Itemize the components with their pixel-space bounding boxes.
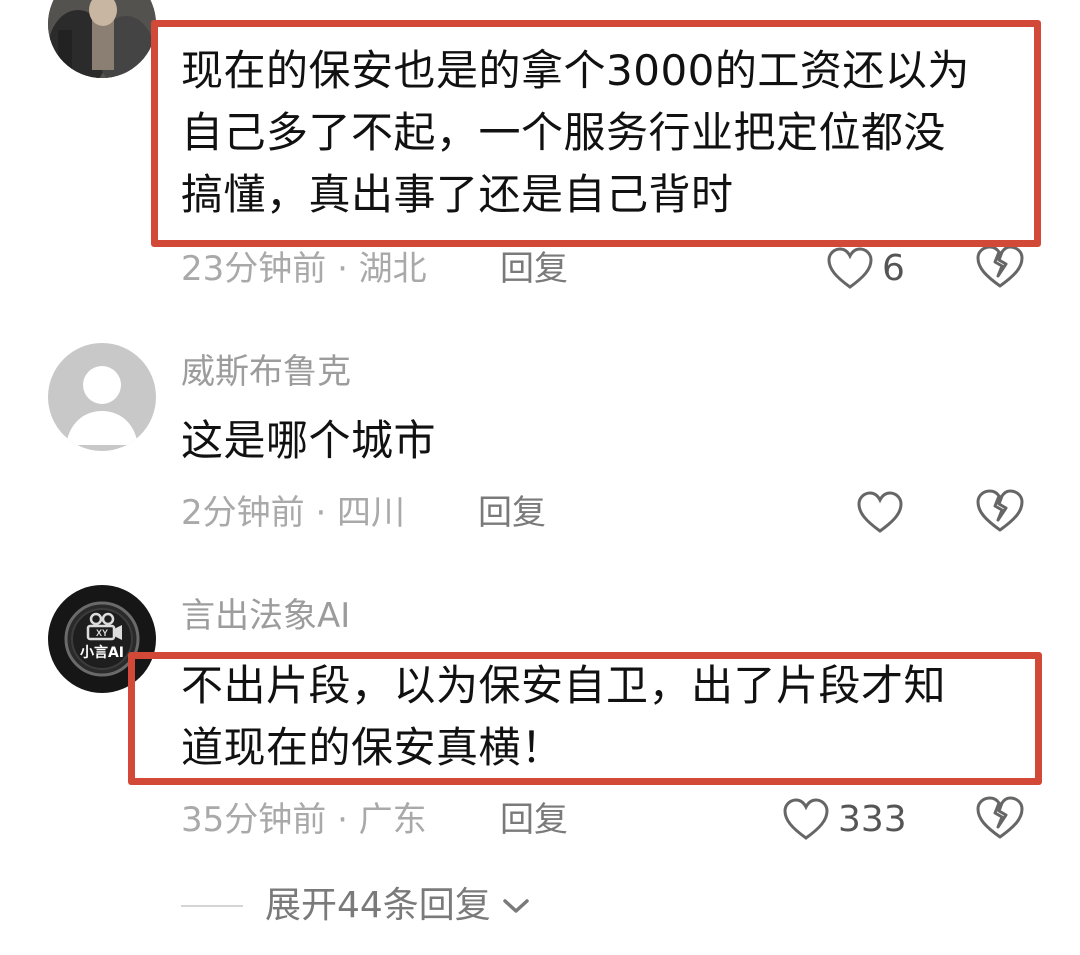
reply-button[interactable]: 回复 [500, 800, 568, 840]
broken-heart-icon [976, 796, 1024, 839]
comment-list: 现在的保安也是的拿个3000的工资还以为 自己多了不起，一个服务行业把定位都没 … [0, 0, 1080, 955]
default-user-avatar-icon [48, 343, 156, 451]
broken-heart-icon [976, 489, 1024, 532]
comment-meta: 35分钟前 · 广东 [181, 800, 427, 840]
username[interactable]: 威斯布鲁克 [181, 352, 351, 392]
dislike-button[interactable] [975, 488, 1025, 538]
comment-meta: 2分钟前 · 四川 [181, 493, 406, 533]
heart-outline-icon [783, 798, 829, 840]
heart-outline-icon [827, 247, 873, 289]
avatar-logo-text: 小言AI [80, 644, 124, 661]
expand-replies-button[interactable]: 展开44条回复 [181, 884, 531, 928]
xiaoyan-ai-logo-avatar-icon: XY 小言AI [48, 585, 156, 693]
avatar[interactable] [48, 0, 156, 78]
divider-line [181, 905, 243, 907]
like-button[interactable]: 6 [826, 244, 905, 294]
username[interactable]: 言出法象AI [181, 596, 350, 636]
svg-text:XY: XY [96, 628, 108, 638]
like-button[interactable]: 333 [782, 795, 907, 845]
comment-text: 现在的保安也是的拿个3000的工资还以为 自己多了不起，一个服务行业把定位都没 … [181, 46, 970, 219]
user-photo-avatar-icon [48, 0, 156, 78]
chevron-down-icon [503, 899, 529, 913]
comment-text: 不出片段，以为保安自卫，出了片段才知 道现在的保安真横！ [181, 661, 947, 772]
comment-meta: 23分钟前 · 湖北 [181, 249, 427, 289]
dislike-button[interactable] [975, 244, 1025, 294]
broken-heart-icon [976, 245, 1024, 288]
heart-outline-icon [857, 491, 903, 533]
like-count: 6 [882, 248, 905, 289]
dislike-button[interactable] [975, 795, 1025, 845]
reply-button[interactable]: 回复 [478, 493, 546, 533]
expand-replies-label: 展开44条回复 [265, 885, 491, 926]
avatar[interactable]: XY 小言AI [48, 585, 156, 693]
reply-button[interactable]: 回复 [500, 249, 568, 289]
like-button[interactable] [856, 488, 912, 538]
like-count: 333 [838, 799, 907, 840]
comment-text: 这是哪个城市 [181, 416, 437, 465]
avatar[interactable] [48, 343, 156, 451]
